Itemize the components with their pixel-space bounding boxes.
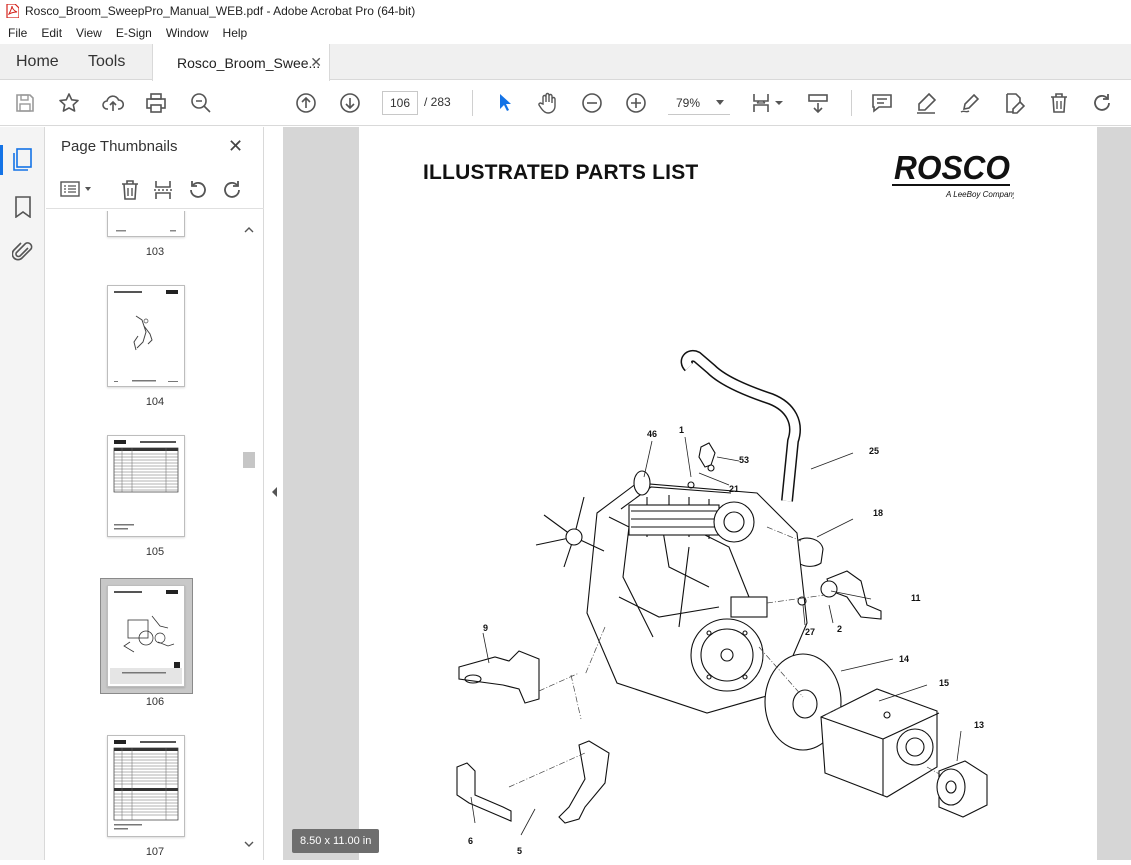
- menu-bar: File Edit View E-Sign Window Help: [0, 22, 1131, 44]
- document-viewport[interactable]: ILLUSTRATED PARTS LIST ROSCO A LeeBoy Co…: [283, 127, 1131, 860]
- zoom-search-icon[interactable]: [189, 91, 213, 115]
- tab-document-label: Rosco_Broom_Swee...: [177, 54, 321, 71]
- zoom-out-icon[interactable]: [580, 91, 604, 115]
- rotate-counterclockwise-icon[interactable]: [187, 179, 209, 206]
- scroll-mode-icon[interactable]: [806, 91, 830, 115]
- menu-help[interactable]: Help: [216, 26, 255, 40]
- highlight-pen-icon[interactable]: [914, 91, 938, 115]
- callout-14: 14: [899, 654, 909, 664]
- callout-21: 21: [729, 484, 739, 494]
- thumbnail-label: 106: [145, 696, 165, 708]
- thumbnail-scrollbar[interactable]: [242, 211, 256, 860]
- thumbnail-label: 104: [145, 396, 165, 408]
- page-thumbnail-selected[interactable]: [107, 585, 185, 687]
- page-number-input[interactable]: 106: [382, 91, 418, 115]
- menu-esign[interactable]: E-Sign: [109, 26, 159, 40]
- cloud-upload-icon[interactable]: [101, 91, 125, 115]
- callout-13: 13: [974, 720, 984, 730]
- callout-53: 53: [739, 455, 749, 465]
- callout-5: 5: [517, 846, 522, 856]
- menu-window[interactable]: Window: [159, 26, 216, 40]
- page-size-badge: 8.50 x 11.00 in: [292, 829, 380, 853]
- tab-document[interactable]: Rosco_Broom_Swee... ✕: [152, 44, 330, 81]
- previous-page-icon[interactable]: [294, 91, 318, 115]
- callout-6: 6: [468, 836, 473, 846]
- pdf-page: ILLUSTRATED PARTS LIST ROSCO A LeeBoy Co…: [359, 127, 1097, 860]
- tab-tools[interactable]: Tools: [88, 44, 125, 80]
- engine-exploded-diagram: 46 1 53 21 25 18 11 27 2 9 14 15 13 6 5: [456, 350, 988, 856]
- save-icon[interactable]: [13, 91, 37, 115]
- thumbnail-label: 107: [145, 846, 165, 858]
- delete-page-icon[interactable]: [120, 179, 140, 206]
- acrobat-pdf-icon: [5, 4, 19, 18]
- callout-9: 9: [483, 623, 488, 633]
- rotate-clockwise-icon[interactable]: [221, 179, 243, 206]
- bookmarks-icon[interactable]: [14, 196, 32, 223]
- page-fit-icon[interactable]: [750, 91, 786, 115]
- zoom-in-icon[interactable]: [624, 91, 648, 115]
- page-thumbnail[interactable]: [107, 435, 185, 537]
- page-thumbnail[interactable]: [107, 735, 185, 837]
- callout-27: 27: [805, 627, 815, 637]
- zoom-level-value: 79%: [676, 95, 701, 110]
- page-thumbnail[interactable]: [107, 285, 185, 387]
- callout-15: 15: [939, 678, 949, 688]
- extract-pages-icon[interactable]: [153, 179, 175, 206]
- active-indicator: [0, 145, 3, 175]
- panel-collapse-handle[interactable]: [265, 127, 283, 860]
- toolbar-divider: [472, 90, 473, 116]
- page-thumbnail[interactable]: [107, 211, 185, 237]
- panel-title: Page Thumbnails: [61, 138, 178, 155]
- hand-tool-icon[interactable]: [536, 91, 560, 115]
- chevron-down-icon: [716, 100, 724, 105]
- tab-home[interactable]: Home: [16, 44, 59, 80]
- document-gutter: [1097, 127, 1131, 860]
- bookmark-star-icon[interactable]: [57, 91, 81, 115]
- thumbnail-list: 103 104 105 106 107: [46, 211, 264, 860]
- window-title: Rosco_Broom_SweepPro_Manual_WEB.pdf - Ad…: [25, 4, 416, 18]
- title-bar: Rosco_Broom_SweepPro_Manual_WEB.pdf - Ad…: [0, 0, 1131, 22]
- close-panel-icon[interactable]: ✕: [228, 136, 243, 157]
- draw-pen-icon[interactable]: [958, 91, 982, 115]
- callout-2: 2: [837, 624, 842, 634]
- thumbnails-panel: Page Thumbnails ✕ 103 104 105 106 107: [46, 127, 264, 860]
- callout-18: 18: [873, 508, 883, 518]
- callout-46: 46: [647, 429, 657, 439]
- comment-icon[interactable]: [870, 91, 894, 115]
- thumbnail-label: 103: [145, 246, 165, 258]
- toolbar: 106 / 283 79%: [0, 81, 1131, 126]
- menu-file[interactable]: File: [0, 26, 34, 40]
- redo-rotate-icon[interactable]: [1090, 91, 1114, 115]
- left-rail: [0, 127, 45, 860]
- delete-trash-icon[interactable]: [1047, 91, 1071, 115]
- zoom-level-select[interactable]: 79%: [668, 91, 730, 115]
- print-icon[interactable]: [144, 91, 168, 115]
- panel-toolbar: [46, 171, 264, 209]
- select-cursor-icon[interactable]: [493, 91, 517, 115]
- callout-11: 11: [911, 593, 921, 603]
- thumbnail-label: 105: [145, 546, 165, 558]
- close-tab-icon[interactable]: ✕: [310, 54, 322, 71]
- edit-pdf-icon[interactable]: [1002, 91, 1026, 115]
- callout-25: 25: [869, 446, 879, 456]
- attachments-paperclip-icon[interactable]: [11, 241, 34, 268]
- menu-view[interactable]: View: [69, 26, 109, 40]
- page-thumbnails-icon[interactable]: [12, 148, 34, 177]
- page-total: / 283: [424, 95, 451, 109]
- callout-1: 1: [679, 425, 684, 435]
- menu-edit[interactable]: Edit: [34, 26, 69, 40]
- options-menu-icon[interactable]: [60, 180, 94, 203]
- next-page-icon[interactable]: [338, 91, 362, 115]
- tab-bar: Home Tools Rosco_Broom_Swee... ✕: [0, 44, 1131, 81]
- toolbar-divider: [851, 90, 852, 116]
